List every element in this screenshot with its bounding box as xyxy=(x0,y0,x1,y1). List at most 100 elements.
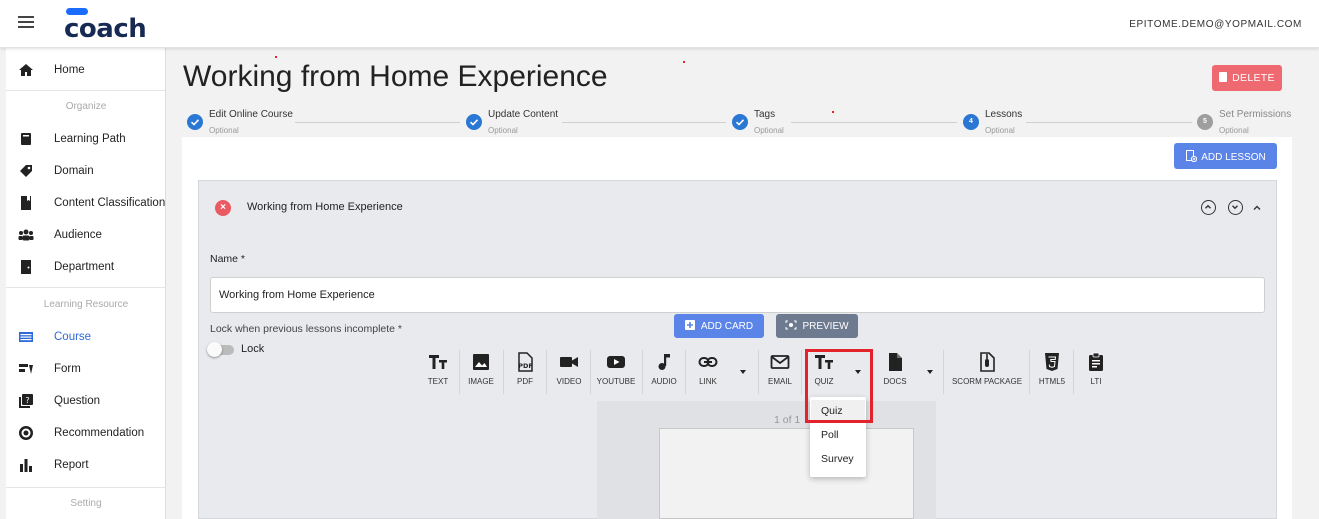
step-5-label: Set Permissions xyxy=(1219,109,1292,120)
group-icon xyxy=(18,229,34,241)
sidebar-item-label: Learning Path xyxy=(54,133,126,145)
pdf-icon: PDF xyxy=(518,352,533,372)
sidebar-item-label: Department xyxy=(54,261,115,273)
sidebar-item-form[interactable]: Form xyxy=(6,353,166,385)
video-tool-label: VIDEO xyxy=(556,377,582,386)
quiz-tool[interactable]: QUIZ xyxy=(807,352,841,394)
sidebar-item-home[interactable]: Home xyxy=(6,54,166,86)
divider xyxy=(758,350,759,394)
email-tool[interactable]: EMAIL xyxy=(762,352,798,394)
sidebar-item-audience[interactable]: Audience xyxy=(6,219,166,251)
html5-tool-label: HTML5 xyxy=(1038,377,1066,386)
course-icon xyxy=(19,332,33,342)
sidebar-item-label: Question xyxy=(54,395,101,407)
step-connector xyxy=(791,122,957,123)
link-tool-label: LINK xyxy=(699,377,717,386)
step-4-optional: Optional xyxy=(985,126,1015,135)
sidebar-item-label: Report xyxy=(54,459,89,471)
delete-button[interactable]: DELETE xyxy=(1212,65,1282,91)
menu-item-poll[interactable]: Poll xyxy=(811,424,865,446)
audio-tool[interactable]: AUDIO xyxy=(646,352,682,394)
docs-dropdown-caret-icon[interactable] xyxy=(927,370,933,374)
step-connector xyxy=(1026,122,1192,123)
youtube-icon xyxy=(607,356,625,368)
video-camera-icon xyxy=(560,357,578,367)
preview-label: PREVIEW xyxy=(802,321,849,332)
add-card-label: ADD CARD xyxy=(700,321,754,332)
sidebar-item-label: Content Classification xyxy=(54,197,166,209)
page-counter: 1 of 1 xyxy=(774,414,801,426)
html5-tool[interactable]: HTML5 xyxy=(1034,352,1070,394)
sidebar-item-report[interactable]: Report xyxy=(6,449,166,481)
quiz-question-icon: ? xyxy=(19,394,33,408)
step-5-number[interactable]: 5 xyxy=(1197,114,1213,130)
divider xyxy=(546,350,547,394)
add-lesson-label: ADD LESSON xyxy=(1201,151,1266,163)
sidebar: Home Organize Learning Path Domain Conte… xyxy=(6,48,166,519)
email-icon xyxy=(770,355,790,369)
sidebar-item-course[interactable]: Course xyxy=(6,321,166,353)
sidebar-item-question[interactable]: ? Question xyxy=(6,385,166,417)
section-organize: Organize xyxy=(65,101,107,112)
link-icon xyxy=(698,357,718,367)
add-card-button[interactable]: ADD CARD xyxy=(674,314,764,338)
docs-tool[interactable]: DOCS xyxy=(877,352,913,394)
remove-lesson-icon[interactable]: × xyxy=(215,200,231,216)
bar-chart-icon xyxy=(20,459,32,472)
menu-icon[interactable] xyxy=(18,16,34,32)
preview-page[interactable] xyxy=(659,428,914,519)
video-tool[interactable]: VIDEO xyxy=(550,352,588,394)
target-icon xyxy=(19,426,33,440)
divider xyxy=(642,350,643,394)
name-label: Name * xyxy=(210,253,246,265)
menu-item-survey[interactable]: Survey xyxy=(811,448,865,470)
sidebar-item-learning-path[interactable]: Learning Path xyxy=(6,123,166,155)
move-down-button[interactable] xyxy=(1228,200,1243,215)
sidebar-item-label: Course xyxy=(54,331,92,343)
text-tool[interactable]: TEXT xyxy=(421,352,455,394)
form-icon xyxy=(19,364,33,374)
step-5-optional: Optional xyxy=(1219,126,1249,135)
home-icon xyxy=(19,64,33,76)
sidebar-item-domain[interactable]: Domain xyxy=(6,155,166,187)
logo-text: coach xyxy=(64,14,147,44)
step-3-check-icon[interactable] xyxy=(732,114,748,130)
lti-tool[interactable]: LTI xyxy=(1078,352,1114,394)
sidebar-item-label: Recommendation xyxy=(54,427,145,439)
section-setting: Setting xyxy=(70,498,102,509)
add-lesson-button[interactable]: ADD LESSON xyxy=(1174,143,1277,169)
sidebar-item-recommendation[interactable]: Recommendation xyxy=(6,417,166,449)
menu-item-quiz[interactable]: Quiz xyxy=(811,400,865,422)
collapse-chevron-icon[interactable] xyxy=(1252,203,1262,213)
divider xyxy=(503,350,504,394)
link-dropdown-caret-icon[interactable] xyxy=(740,370,746,374)
lesson-panel-title: Working from Home Experience xyxy=(247,201,403,213)
door-icon xyxy=(21,260,31,274)
section-learning-resource: Learning Resource xyxy=(43,299,129,310)
sidebar-item-label: Audience xyxy=(54,229,102,241)
sidebar-item-department[interactable]: Department xyxy=(6,251,166,283)
step-1-check-icon[interactable] xyxy=(187,114,203,130)
divider xyxy=(6,487,166,488)
image-tool[interactable]: IMAGE xyxy=(463,352,499,394)
scorm-package-tool[interactable]: SCORM PACKAGE xyxy=(948,352,1026,394)
quiz-dropdown-caret-icon[interactable] xyxy=(855,370,861,374)
page-title: Working from Home Experience xyxy=(183,60,608,93)
sidebar-item-content-classification[interactable]: Content Classification xyxy=(6,187,166,219)
lock-toggle-knob[interactable] xyxy=(207,342,222,357)
lock-label: Lock when previous lessons incomplete * xyxy=(210,323,403,335)
step-2-check-icon[interactable] xyxy=(466,114,482,130)
pdf-tool[interactable]: PDF PDF xyxy=(507,352,543,394)
divider xyxy=(1073,350,1074,394)
lesson-name-input[interactable] xyxy=(210,277,1265,313)
step-4-number[interactable]: 4 xyxy=(963,114,979,130)
youtube-tool[interactable]: YOUTUBE xyxy=(594,352,638,394)
book-icon xyxy=(21,133,31,145)
move-up-button[interactable] xyxy=(1201,200,1216,215)
user-email[interactable]: EPITOME.DEMO@YOPMAIL.COM xyxy=(1129,19,1302,30)
preview-button[interactable]: PREVIEW xyxy=(776,314,858,338)
divider xyxy=(590,350,591,394)
annotation-dot xyxy=(683,61,685,63)
link-tool[interactable]: LINK xyxy=(690,352,726,394)
html5-icon xyxy=(1045,353,1059,371)
